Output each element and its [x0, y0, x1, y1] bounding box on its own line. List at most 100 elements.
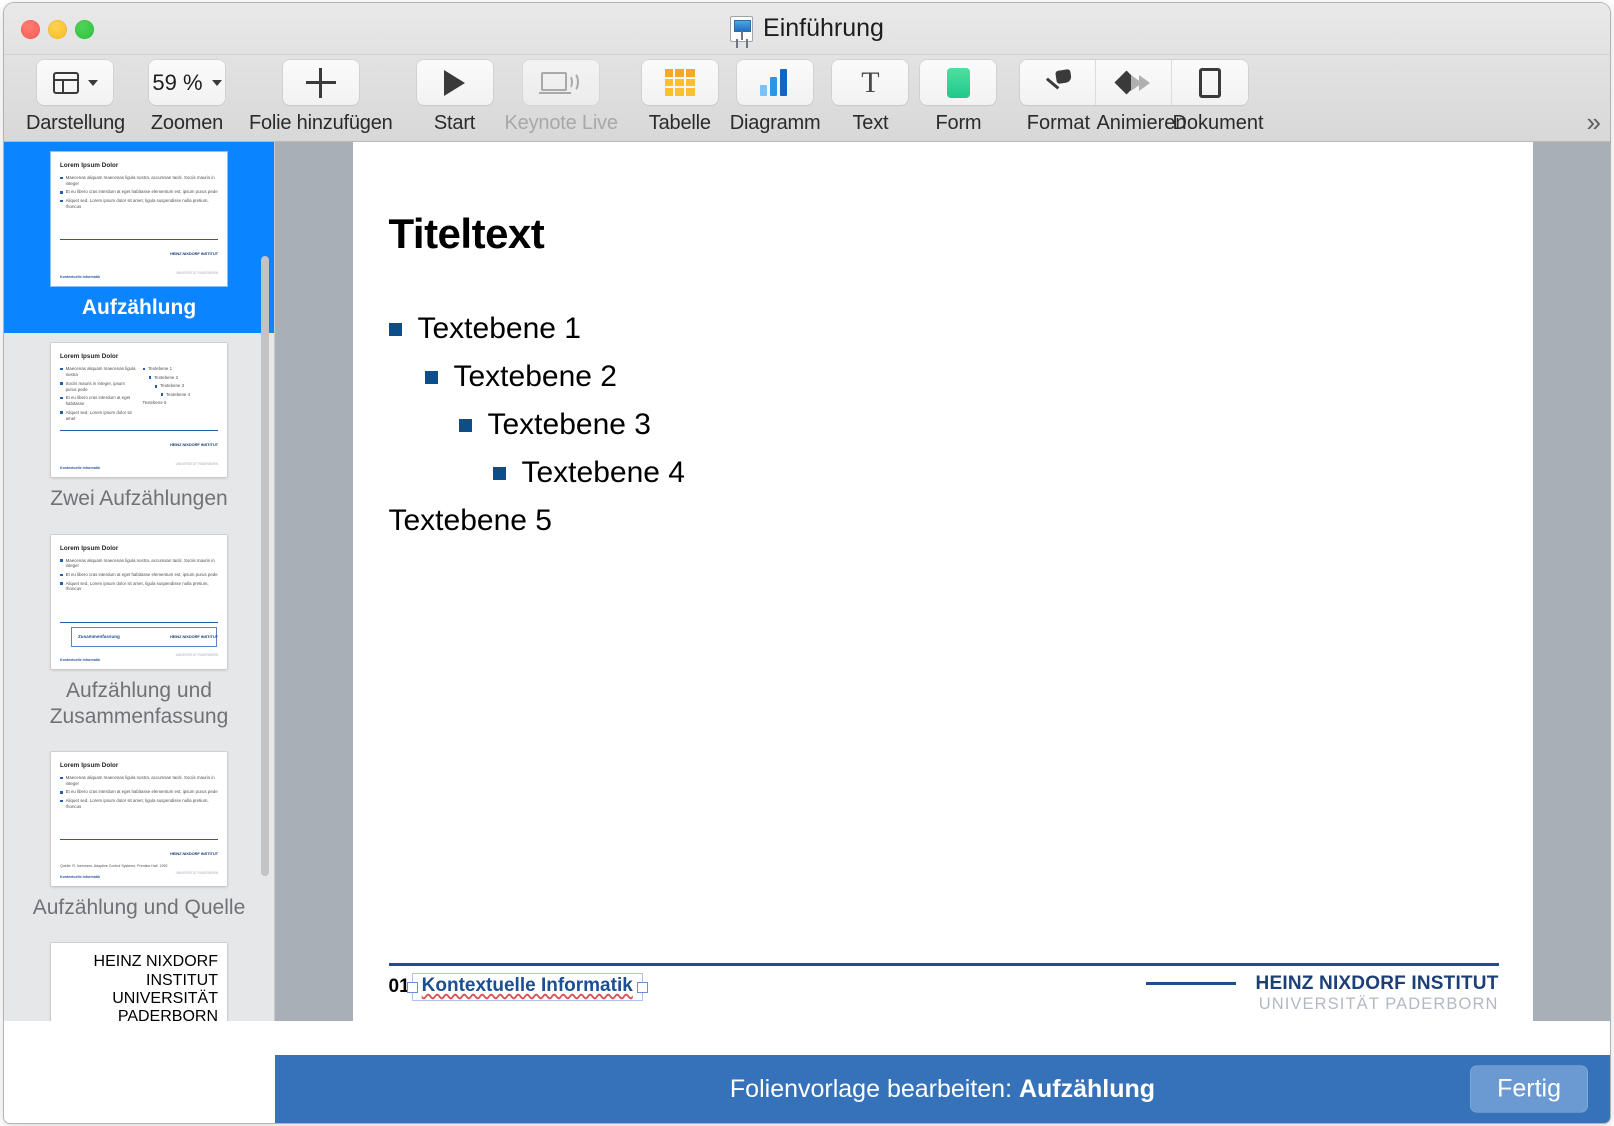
- thumb-title: Lorem Ipsum Dolor: [60, 762, 218, 769]
- shape-rect-icon: [947, 68, 970, 98]
- toolbar-overflow-button[interactable]: »: [1587, 107, 1598, 138]
- broadcast-display-icon: [541, 70, 581, 96]
- toolbar-label-zoomen: Zoomen: [151, 112, 223, 135]
- thumb-footer-text: Kontextuelle Informatik: [60, 875, 100, 879]
- slide-navigator[interactable]: Lorem Ipsum Dolor Maecenas aliquam maece…: [4, 142, 275, 1021]
- thumb-logo-line1: HEINZ NIXDORF INSTITUT: [94, 953, 218, 988]
- text-level-3[interactable]: Textebene 3: [459, 408, 685, 442]
- thumb-footer-text: Kontextuelle Informatik: [60, 275, 100, 279]
- slide-thumbnail[interactable]: HEINZ NIXDORF INSTITUT UNIVERSITÄT PADER…: [51, 943, 227, 1021]
- toolbar-item-form[interactable]: Form: [920, 60, 996, 135]
- thumb-logo: HEINZ NIXDORF INSTITUT UNIVERSITÄT PADER…: [170, 433, 218, 470]
- footer-text-box-selected[interactable]: Kontextuelle Informatik: [412, 973, 643, 1001]
- shape-button[interactable]: [920, 60, 996, 105]
- toolbar-item-diagramm[interactable]: Diagramm: [730, 60, 821, 135]
- keynote-window-root: Einführung Darstellung 59 %: [0, 0, 1614, 1126]
- add-slide-button[interactable]: [283, 60, 359, 105]
- chevron-down-icon: [212, 80, 222, 86]
- toolbar-label-tabelle: Tabelle: [649, 112, 711, 135]
- navigator-slide-aufzaehlung-zusammenfassung[interactable]: Lorem Ipsum Dolor Maecenas aliquam maece…: [4, 525, 274, 743]
- plus-icon: [306, 68, 336, 98]
- animate-inspector-button[interactable]: [1096, 60, 1172, 105]
- thumb-logo-line2: UNIVERSITÄT PADERBORN: [176, 653, 218, 657]
- navigator-slide-aufzaehlung[interactable]: Lorem Ipsum Dolor Maecenas aliquam maece…: [4, 142, 274, 333]
- thumb-logo-line2: UNIVERSITÄT PADERBORN: [112, 990, 218, 1021]
- selection-handle-left[interactable]: [407, 982, 418, 993]
- text-button[interactable]: T: [832, 60, 908, 105]
- document-inspector-button[interactable]: [1172, 60, 1248, 105]
- master-edit-label: Folienvorlage bearbeiten: Aufzählung: [730, 1075, 1155, 1104]
- thumb-level: Textebene 1: [148, 366, 172, 372]
- navigator-slide-zwei-aufzaehlungen[interactable]: Lorem Ipsum Dolor Maecenas aliquam maece…: [4, 333, 274, 524]
- thumb-logo-line1: HEINZ NIXDORF INSTITUT: [170, 851, 218, 856]
- toolbar-item-tabelle[interactable]: Tabelle: [642, 60, 718, 135]
- toolbar-label-format: Format: [1020, 112, 1096, 135]
- toolbar-item-folie-hinzufuegen[interactable]: Folie hinzufügen: [249, 60, 393, 135]
- thumb-bullet: Maecenas aliquam maecenas ligula nostra,…: [66, 558, 218, 570]
- selection-handle-right[interactable]: [637, 982, 648, 993]
- thumb-logo-line1: HEINZ NIXDORF INSTITUT: [170, 634, 218, 639]
- navigator-scrollbar[interactable]: [261, 256, 269, 876]
- text-level-1[interactable]: Textebene 1: [389, 312, 685, 346]
- toolbar-item-darstellung[interactable]: Darstellung: [26, 60, 125, 135]
- format-inspector-button[interactable]: [1020, 60, 1096, 105]
- thumb-bullet: Sociis mauris in integer, ipsum purus pe…: [66, 381, 136, 393]
- master-edit-prefix: Folienvorlage bearbeiten:: [730, 1075, 1019, 1103]
- thumb-title: Lorem Ipsum Dolor: [60, 162, 218, 169]
- animate-diamond-icon: [1117, 70, 1151, 96]
- thumb-bullet: Aliquet sed, Lorem ipsum dolor sit amet: [66, 410, 136, 422]
- main-content-row: Lorem Ipsum Dolor Maecenas aliquam maece…: [4, 142, 1610, 1021]
- navigator-slide-label: Aufzählung und Zusammenfassung: [4, 669, 274, 743]
- toolbar-item-keynote-live[interactable]: Keynote Live: [505, 60, 618, 135]
- application-window: Einführung Darstellung 59 %: [4, 3, 1610, 1123]
- text-level-2[interactable]: Textebene 2: [425, 360, 685, 394]
- footer-rule: [389, 963, 1499, 966]
- window-title: Einführung: [763, 14, 884, 43]
- logo-line2: UNIVERSITÄT PADERBORN: [1256, 995, 1499, 1014]
- bullet-square-icon: [493, 467, 506, 480]
- table-button[interactable]: [642, 60, 718, 105]
- footer-text: Kontextuelle Informatik: [422, 975, 633, 996]
- window-title-group: Einführung: [4, 14, 1610, 43]
- keynote-live-button[interactable]: [523, 60, 599, 105]
- text-level-5-label: Textebene 5: [389, 504, 552, 538]
- navigator-slide-label: Zwei Aufzählungen: [4, 477, 274, 524]
- play-button[interactable]: [417, 60, 493, 105]
- toolbar-label-diagramm: Diagramm: [730, 112, 821, 135]
- slide-body-placeholder[interactable]: Textebene 1 Textebene 2 Textebene 3: [389, 312, 685, 552]
- thumb-bullet: Aliquet sed, Lorem ipsum dolor sit amet,…: [66, 798, 218, 810]
- slide-thumbnail[interactable]: Lorem Ipsum Dolor Maecenas aliquam maece…: [51, 152, 227, 286]
- thumb-footer-rule: [60, 430, 218, 431]
- done-button[interactable]: Fertig: [1470, 1066, 1588, 1113]
- toolbar-item-start[interactable]: Start: [417, 60, 493, 135]
- thumb-level: Textebene 2: [154, 375, 178, 381]
- view-button[interactable]: [37, 60, 113, 105]
- thumb-bullet: Maecenas aliquam maecenas ligula nostra,…: [66, 775, 218, 787]
- slide-thumbnail[interactable]: Lorem Ipsum Dolor Maecenas aliquam maece…: [51, 535, 227, 669]
- slide-thumbnail[interactable]: Lorem Ipsum Dolor Maecenas aliquam maece…: [51, 752, 227, 886]
- toolbar-item-text[interactable]: T Text: [832, 60, 908, 135]
- document-icon: [1199, 68, 1221, 98]
- slide-editor-canvas[interactable]: Titeltext Textebene 1 Textebene 2 Te: [353, 142, 1533, 1022]
- text-level-2-label: Textebene 2: [454, 360, 617, 394]
- navigator-slide-aufzaehlung-quelle[interactable]: Lorem Ipsum Dolor Maecenas aliquam maece…: [4, 742, 274, 933]
- navigator-slide-vielen-dank[interactable]: HEINZ NIXDORF INSTITUT UNIVERSITÄT PADER…: [4, 933, 274, 1021]
- toolbar-item-zoomen[interactable]: 59 % Zoomen: [149, 60, 225, 135]
- text-level-5[interactable]: Textebene 5: [389, 504, 685, 538]
- slide-thumbnail[interactable]: Lorem Ipsum Dolor Maecenas aliquam maece…: [51, 343, 227, 477]
- thumb-level: Textebene 4: [166, 392, 190, 398]
- logo-line1: HEINZ NIXDORF INSTITUT: [1256, 973, 1499, 995]
- paintbrush-icon: [1043, 68, 1073, 98]
- text-level-4[interactable]: Textebene 4: [493, 456, 685, 490]
- thumb-footer-rule: [60, 239, 218, 240]
- keynote-document-icon: [730, 16, 753, 42]
- bullet-square-icon: [459, 419, 472, 432]
- thumb-logo-line2: UNIVERSITÄT PADERBORN: [176, 871, 218, 875]
- bullet-square-icon: [425, 371, 438, 384]
- chart-button[interactable]: [737, 60, 813, 105]
- toolbar-label-start: Start: [434, 112, 475, 135]
- text-t-icon: T: [861, 68, 879, 98]
- zoom-button-toolbar[interactable]: 59 %: [149, 60, 225, 105]
- slide-title-placeholder[interactable]: Titeltext: [389, 210, 545, 258]
- thumb-title: Lorem Ipsum Dolor: [60, 353, 218, 360]
